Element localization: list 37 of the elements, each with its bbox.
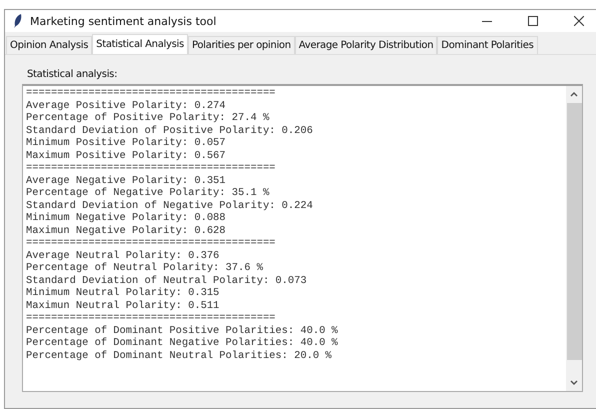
output-line: Percentage of Neutral Polarity: 37.6 % [26,262,263,274]
output-line: Percentage of Negative Polarity: 35.1 % [26,187,270,200]
maximize-icon[interactable] [528,16,538,26]
output-line: ======================================== [26,312,276,324]
tab[interactable]: Average Polarity Distribution [294,36,438,54]
output-line: Percentage of Dominant Positive Polarities: 40.0 % [26,324,338,337]
tab[interactable]: Statistical Analysis [92,34,188,54]
output-line: ======================================== [26,162,276,174]
output-line: Average Negative Polarity: 0.351 [26,174,226,187]
scrollbar[interactable] [566,86,582,391]
output-line: Standard Deviation of Neutral Polarity: 0.073 [26,274,307,287]
output-line: Maximum Positive Polarity: 0.567 [26,150,226,162]
output-line: Minimum Negative Polarity: 0.088 [26,212,226,224]
output-line: Percentage of Dominant Negative Polarities: 40.0 % [26,337,338,350]
output-line: Standard Deviation of Positive Polarity: 0.206 [26,124,313,137]
output-line: ======================================== [26,87,276,100]
scroll-thumb[interactable] [566,103,582,360]
window-title: Marketing sentiment analysis tool [30,14,216,28]
output-text-area[interactable] [22,84,583,392]
output-line: Maximun Neutral Polarity: 0.511 [26,300,220,312]
section-label: Statistical analysis: [27,69,118,80]
output-line: Percentage of Positive Polarity: 27.4 % [26,112,270,124]
tab[interactable]: Dominant Polarities [437,36,538,54]
output-line: Average Neutral Polarity: 0.376 [26,250,220,262]
feather-icon [13,14,23,28]
scroll-down-icon[interactable] [570,380,578,385]
tab[interactable]: Polarities per opinion [188,36,295,54]
close-icon[interactable] [574,16,584,26]
output-line: Minimum Positive Polarity: 0.057 [26,137,226,150]
output-line: Minimum Neutral Polarity: 0.315 [26,287,220,300]
output-line: Average Positive Polarity: 0.274 [26,100,226,112]
output-line: ======================================== [26,237,276,250]
output-line: Percentage of Dominant Neutral Polarities: 20.0 % [26,350,332,362]
output-line: Maximun Negative Polarity: 0.628 [26,224,226,237]
scroll-up-icon[interactable] [570,92,578,97]
output-line: Standard Deviation of Negative Polarity: 0.224 [26,200,313,212]
tab[interactable]: Opinion Analysis [6,36,92,54]
